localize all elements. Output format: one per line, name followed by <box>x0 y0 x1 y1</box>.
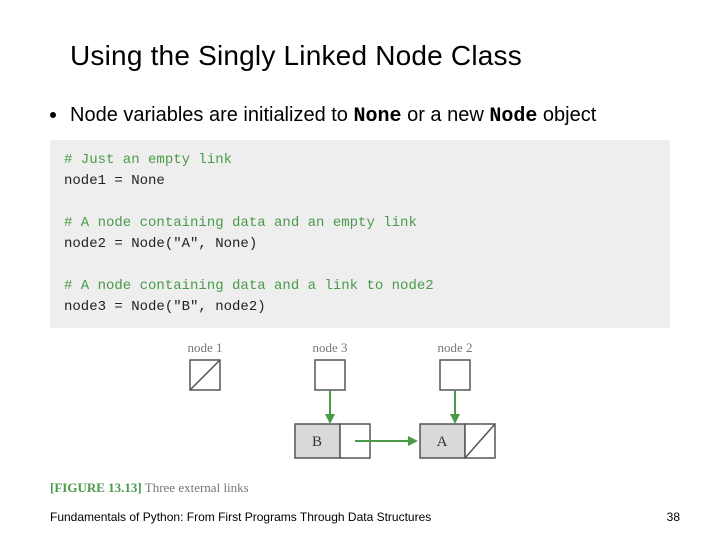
code-comment: # A node containing data and a link to n… <box>64 276 656 297</box>
bullet-item: Node variables are initialized to None o… <box>50 102 670 130</box>
bullet-mid: or a new <box>402 104 490 126</box>
arrowhead-icon <box>408 436 418 446</box>
label-node2: node 2 <box>437 340 472 355</box>
code-statement: node2 = Node("A", None) <box>64 234 656 255</box>
code-statement: node1 = None <box>64 171 656 192</box>
diagram-container: node 1 node 3 node 2 B A <box>50 332 670 472</box>
slide-title: Using the Singly Linked Node Class <box>70 40 670 72</box>
caption-text: Three external links <box>142 480 249 495</box>
figure-tag: FIGURE 13.13 <box>54 480 137 495</box>
arrowhead-icon <box>450 414 460 424</box>
code-none: None <box>354 105 402 128</box>
node2-box <box>440 360 470 390</box>
bullet-pre: Node variables are initialized to <box>70 104 354 126</box>
figure-caption: [FIGURE 13.13] Three external links <box>50 480 670 496</box>
label-node3: node 3 <box>312 340 347 355</box>
bullet-text: Node variables are initialized to None o… <box>70 102 596 130</box>
code-node: Node <box>489 105 537 128</box>
node3-data-text: B <box>312 434 322 450</box>
bullet-dot-icon <box>50 112 56 118</box>
code-blank <box>64 255 656 276</box>
linked-list-diagram: node 1 node 3 node 2 B A <box>150 338 570 468</box>
arrowhead-icon <box>325 414 335 424</box>
code-blank <box>64 192 656 213</box>
node2-data-text: A <box>437 434 448 450</box>
bullet-post: object <box>537 104 596 126</box>
code-comment: # A node containing data and an empty li… <box>64 213 656 234</box>
footer-text: Fundamentals of Python: From First Progr… <box>50 510 431 524</box>
label-node1: node 1 <box>187 340 222 355</box>
code-block: # Just an empty link node1 = None # A no… <box>50 140 670 328</box>
code-statement: node3 = Node("B", node2) <box>64 297 656 318</box>
page-number: 38 <box>667 510 680 524</box>
code-comment: # Just an empty link <box>64 150 656 171</box>
node3-box <box>315 360 345 390</box>
